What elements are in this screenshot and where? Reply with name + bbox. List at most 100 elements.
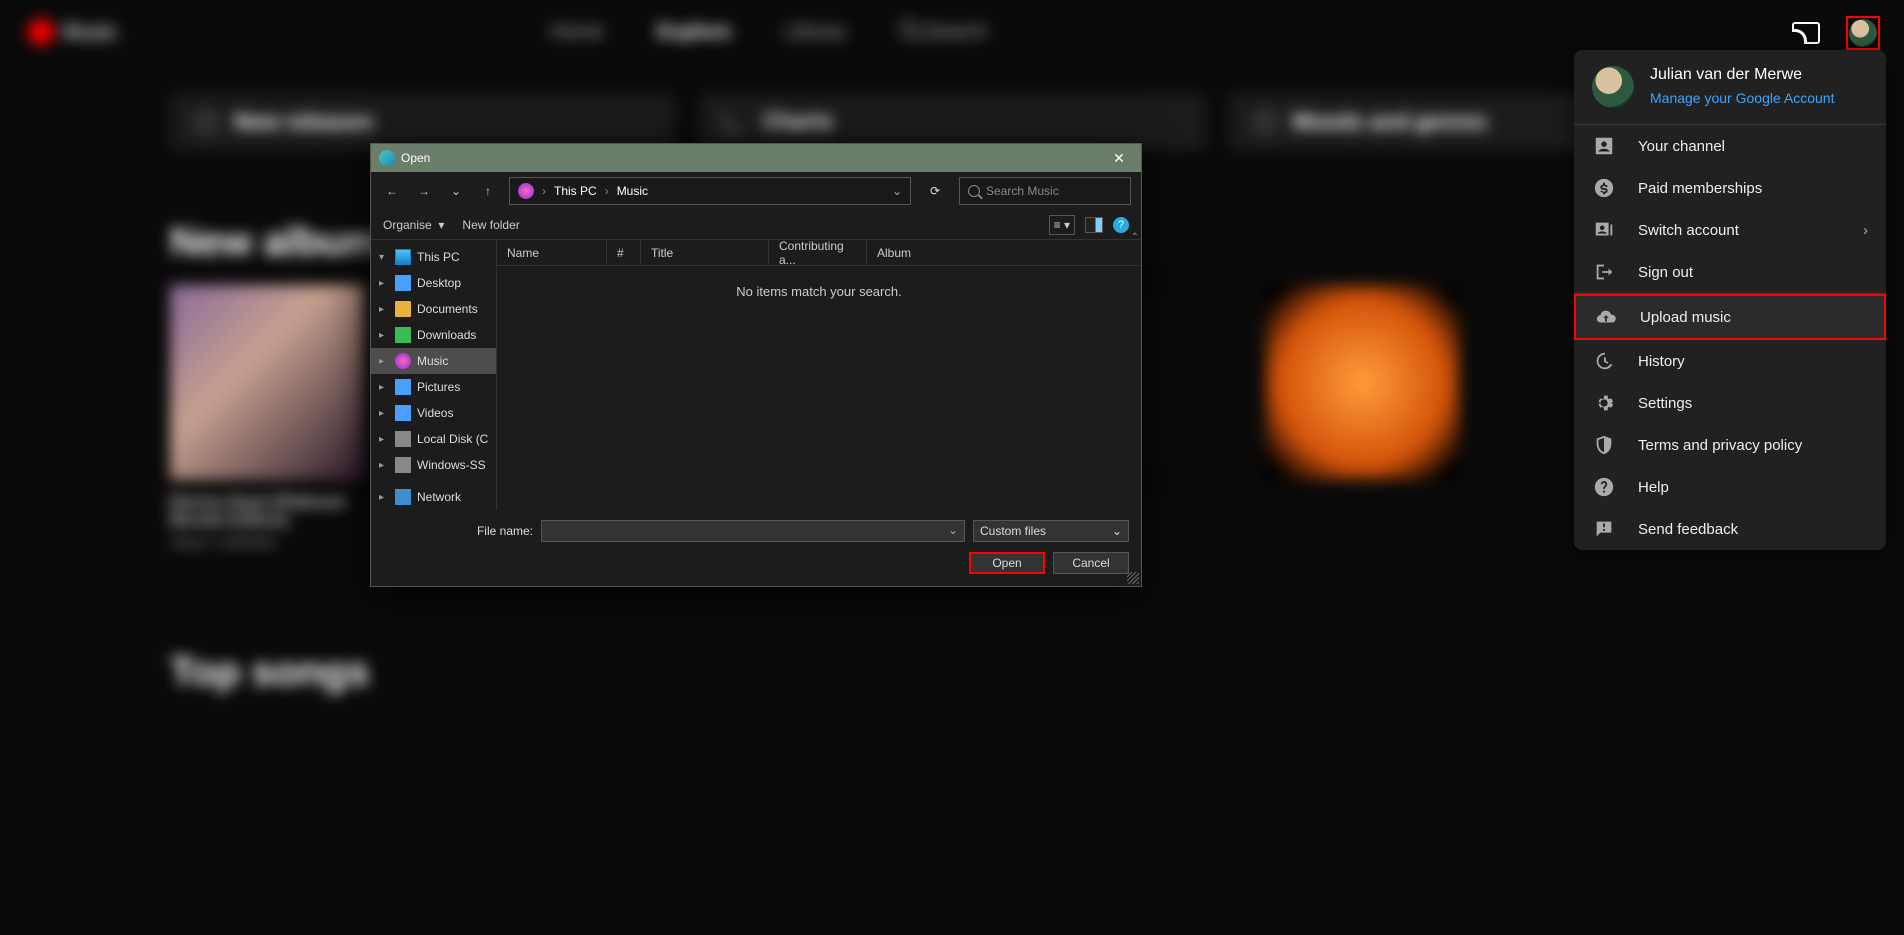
menu-label: History (1638, 353, 1685, 370)
menu-settings[interactable]: Settings (1574, 382, 1886, 424)
logo-text: Music (62, 19, 117, 45)
col-title[interactable]: Title (641, 240, 769, 265)
cast-icon[interactable] (1792, 22, 1820, 44)
tree-this-pc[interactable]: This PC (371, 244, 496, 270)
nav-search[interactable]: Search (900, 20, 987, 44)
breadcrumb-this-pc[interactable]: This PC (554, 184, 597, 198)
search-icon (900, 20, 918, 38)
cancel-button[interactable]: Cancel (1053, 552, 1129, 574)
filename-input[interactable]: ⌄ (541, 520, 965, 542)
col-contributing[interactable]: Contributing a... (769, 240, 867, 265)
smile-icon (1255, 112, 1275, 132)
tree-videos[interactable]: Videos (371, 400, 496, 426)
edge-icon (379, 150, 395, 166)
menu-label: Settings (1638, 395, 1692, 412)
menu-label: Upload music (1640, 309, 1731, 326)
no-items-label: No items match your search. (497, 284, 1141, 299)
search-field[interactable]: Search Music (959, 177, 1131, 205)
profile-menu: Julian van der Merwe Manage your Google … (1574, 50, 1886, 550)
help-icon (1592, 475, 1616, 499)
album-card[interactable] (1265, 285, 1460, 550)
tree-windows-ssd[interactable]: Windows-SS (371, 452, 496, 478)
scroll-up-icon[interactable]: ⌃ (1131, 232, 1139, 243)
menu-switch-account[interactable]: Switch account › (1574, 209, 1886, 251)
nav-search-label: Search (924, 21, 987, 43)
menu-send-feedback[interactable]: Send feedback (1574, 508, 1886, 550)
account-box-icon (1592, 134, 1616, 158)
avatar-button[interactable] (1846, 16, 1880, 50)
people-icon (1592, 218, 1616, 242)
album-subtitle: Album • MARINA (170, 534, 365, 550)
menu-paid-memberships[interactable]: Paid memberships (1574, 167, 1886, 209)
nav-library[interactable]: Library (785, 21, 846, 44)
menu-sign-out[interactable]: Sign out (1574, 251, 1886, 293)
col-album[interactable]: Album (867, 240, 1141, 265)
avatar-image (1849, 19, 1877, 47)
chip-label: Charts (763, 109, 833, 135)
menu-label: Terms and privacy policy (1638, 437, 1802, 454)
menu-upload-music[interactable]: Upload music (1574, 294, 1886, 340)
sparkle-icon (196, 112, 216, 132)
album-card[interactable]: Electra Heart (Platinum Blonde Edition) … (170, 285, 365, 550)
menu-label: Sign out (1638, 264, 1693, 281)
dialog-titlebar[interactable]: Open ✕ (371, 144, 1141, 172)
open-button[interactable]: Open (969, 552, 1045, 574)
resize-grip[interactable] (1127, 572, 1139, 584)
menu-label: Switch account (1638, 222, 1739, 239)
menu-label: Your channel (1638, 138, 1725, 155)
menu-label: Help (1638, 479, 1669, 496)
refresh-button[interactable]: ⟳ (921, 184, 949, 198)
tree-music[interactable]: Music (371, 348, 496, 374)
col-number[interactable]: # (607, 240, 641, 265)
recent-dropdown[interactable]: ⌄ (445, 184, 467, 198)
album-cover (170, 285, 365, 480)
menu-label: Send feedback (1638, 521, 1738, 538)
new-folder-button[interactable]: New folder (462, 218, 519, 232)
nav-explore[interactable]: Explore (657, 21, 730, 44)
close-button[interactable]: ✕ (1105, 150, 1133, 167)
breadcrumb-music[interactable]: Music (617, 184, 648, 198)
search-icon (968, 185, 980, 197)
gear-icon (1592, 391, 1616, 415)
chevron-right-icon: › (1863, 222, 1868, 239)
back-button[interactable]: ← (381, 184, 403, 198)
chip-charts[interactable]: Charts (699, 94, 1204, 150)
tree-local-disk[interactable]: Local Disk (C (371, 426, 496, 452)
profile-name: Julian van der Merwe (1650, 66, 1834, 84)
folder-tree: This PC Desktop Documents Downloads Musi… (371, 240, 497, 510)
menu-help[interactable]: Help (1574, 466, 1886, 508)
tree-network[interactable]: Network (371, 484, 496, 510)
address-bar[interactable]: › This PC › Music ⌄ (509, 177, 911, 205)
chip-label: New releases (234, 109, 373, 135)
filename-label: File name: (383, 524, 533, 538)
menu-history[interactable]: History (1574, 340, 1886, 382)
filetype-select[interactable]: Custom files⌄ (973, 520, 1129, 542)
cloud-upload-icon (1594, 305, 1618, 329)
address-dropdown[interactable]: ⌄ (892, 184, 902, 198)
help-icon[interactable]: ? (1113, 217, 1129, 233)
feedback-icon (1592, 517, 1616, 541)
menu-your-channel[interactable]: Your channel (1574, 125, 1886, 167)
menu-terms[interactable]: Terms and privacy policy (1574, 424, 1886, 466)
view-options[interactable]: ≡ ▾ (1049, 215, 1075, 235)
music-folder-icon (518, 183, 534, 199)
forward-button[interactable]: → (413, 184, 435, 198)
preview-pane-toggle[interactable] (1085, 217, 1103, 233)
col-name[interactable]: Name (497, 240, 607, 265)
chip-new-releases[interactable]: New releases (170, 94, 675, 150)
manage-account-link[interactable]: Manage your Google Account (1650, 90, 1834, 106)
chip-label: Moods and genres (1293, 109, 1487, 135)
signout-icon (1592, 260, 1616, 284)
search-placeholder: Search Music (986, 184, 1059, 198)
tree-downloads[interactable]: Downloads (371, 322, 496, 348)
nav-home[interactable]: Home (550, 21, 603, 44)
dialog-title: Open (401, 151, 430, 165)
shield-icon (1592, 433, 1616, 457)
up-button[interactable]: ↑ (477, 184, 499, 198)
file-list[interactable]: ⌃ Name # Title Contributing a... Album N… (497, 240, 1141, 510)
tree-documents[interactable]: Documents (371, 296, 496, 322)
organise-menu[interactable]: Organise ▾ (383, 218, 444, 232)
tree-desktop[interactable]: Desktop (371, 270, 496, 296)
tree-pictures[interactable]: Pictures (371, 374, 496, 400)
dollar-icon (1592, 176, 1616, 200)
